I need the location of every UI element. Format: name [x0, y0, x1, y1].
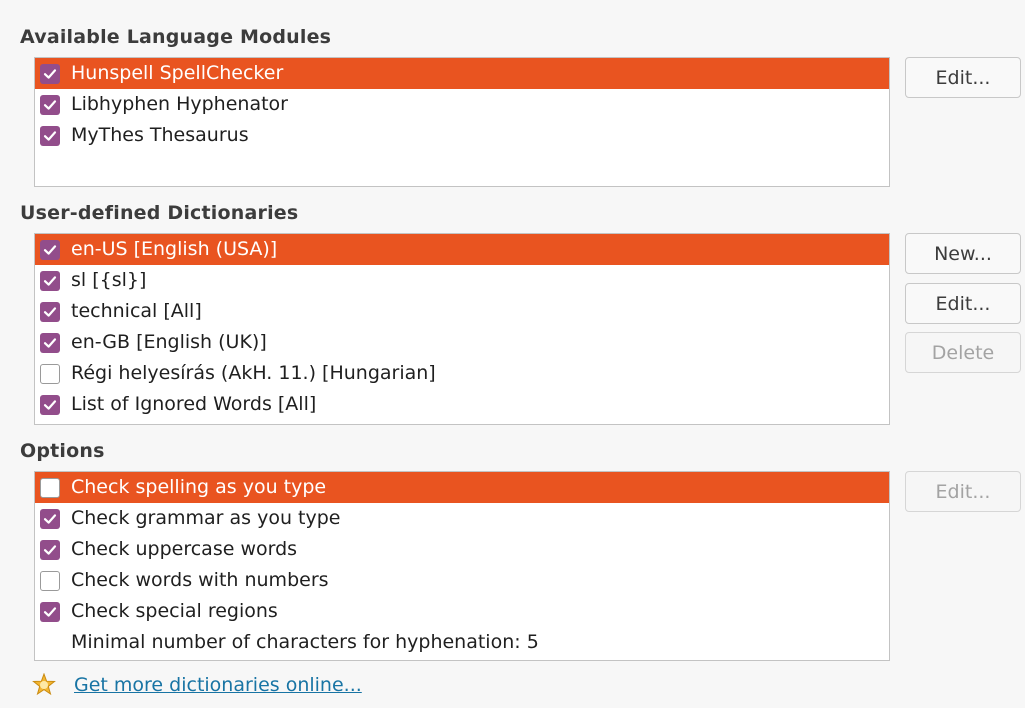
checkbox[interactable]	[40, 94, 60, 115]
dictionary-item[interactable]: technical [All]	[35, 296, 889, 327]
option-item[interactable]: Check words with numbers	[35, 565, 889, 596]
dictionaries-new-button[interactable]: New...	[905, 233, 1021, 274]
dictionary-item[interactable]: en-GB [English (UK)]	[35, 327, 889, 358]
checkbox[interactable]	[40, 363, 60, 384]
dictionary-item-label: sl [{sl}]	[71, 269, 147, 291]
checkbox[interactable]	[40, 125, 60, 146]
modules-edit-button[interactable]: Edit...	[905, 57, 1021, 98]
module-item[interactable]: MyThes Thesaurus	[35, 120, 889, 151]
get-more-dictionaries-link[interactable]: Get more dictionaries online...	[74, 674, 362, 696]
dictionary-item[interactable]: List of Ignored Words [All]	[35, 389, 889, 420]
checkmark-icon	[43, 99, 57, 110]
dictionary-item[interactable]: Régi helyesírás (AkH. 11.) [Hungarian]	[35, 358, 889, 389]
checkmark-icon	[43, 244, 57, 255]
module-item-label: MyThes Thesaurus	[71, 124, 249, 146]
options-edit-button[interactable]: Edit...	[905, 471, 1021, 512]
dictionaries-list[interactable]: en-US [English (USA)] sl [{sl}] technica…	[34, 233, 890, 425]
modules-title: Available Language Modules	[20, 26, 332, 48]
module-item-label: Hunspell SpellChecker	[71, 62, 284, 84]
dictionary-item[interactable]: en-US [English (USA)]	[35, 234, 889, 265]
checkbox[interactable]	[40, 477, 60, 498]
module-item-label: Libhyphen Hyphenator	[71, 93, 288, 115]
module-item[interactable]: Hunspell SpellChecker	[35, 58, 889, 89]
option-item-min-chars[interactable]: Minimal number of characters for hyphena…	[35, 627, 889, 658]
checkmark-icon	[43, 606, 57, 617]
option-item-label: Check uppercase words	[71, 538, 298, 560]
option-item[interactable]: Check uppercase words	[35, 534, 889, 565]
option-item-label: Check special regions	[71, 600, 278, 622]
checkmark-icon	[43, 275, 57, 286]
checkmark-icon	[43, 130, 57, 141]
checkbox[interactable]	[40, 63, 60, 84]
star-icon	[32, 673, 56, 696]
checkbox[interactable]	[40, 508, 60, 529]
option-item[interactable]: Check special regions	[35, 596, 889, 627]
checkmark-icon	[43, 337, 57, 348]
checkmark-icon	[43, 306, 57, 317]
dictionaries-edit-button[interactable]: Edit...	[905, 283, 1021, 324]
checkbox[interactable]	[40, 570, 60, 591]
min-chars-label: Minimal number of characters for hyphena…	[71, 631, 539, 653]
option-item-label: Check spelling as you type	[71, 476, 327, 498]
dictionary-item-label: en-US [English (USA)]	[71, 238, 278, 260]
dictionary-item-label: Régi helyesírás (AkH. 11.) [Hungarian]	[71, 362, 436, 384]
option-item-label: Check grammar as you type	[71, 507, 341, 529]
module-item[interactable]: Libhyphen Hyphenator	[35, 89, 889, 120]
checkbox[interactable]	[40, 394, 60, 415]
footer: Get more dictionaries online...	[32, 673, 362, 697]
options-list[interactable]: Check spelling as you type Check grammar…	[34, 471, 890, 661]
checkmark-icon	[43, 544, 57, 555]
checkbox[interactable]	[40, 601, 60, 622]
dictionaries-title: User-defined Dictionaries	[20, 202, 299, 224]
modules-list[interactable]: Hunspell SpellChecker Libhyphen Hyphenat…	[34, 57, 890, 187]
options-title: Options	[20, 440, 105, 462]
dictionary-item-label: List of Ignored Words [All]	[71, 393, 317, 415]
checkmark-icon	[43, 399, 57, 410]
checkbox[interactable]	[40, 301, 60, 322]
dictionary-item[interactable]: sl [{sl}]	[35, 265, 889, 296]
checkbox[interactable]	[40, 239, 60, 260]
dictionary-item-label: technical [All]	[71, 300, 202, 322]
checkbox[interactable]	[40, 332, 60, 353]
dictionaries-delete-button[interactable]: Delete	[905, 332, 1021, 373]
option-item-label: Check words with numbers	[71, 569, 329, 591]
checkmark-icon	[43, 68, 57, 79]
checkbox[interactable]	[40, 270, 60, 291]
checkmark-icon	[43, 513, 57, 524]
option-item[interactable]: Check spelling as you type	[35, 472, 889, 503]
option-item[interactable]: Check grammar as you type	[35, 503, 889, 534]
dictionary-item-label: en-GB [English (UK)]	[71, 331, 267, 353]
checkbox[interactable]	[40, 539, 60, 560]
